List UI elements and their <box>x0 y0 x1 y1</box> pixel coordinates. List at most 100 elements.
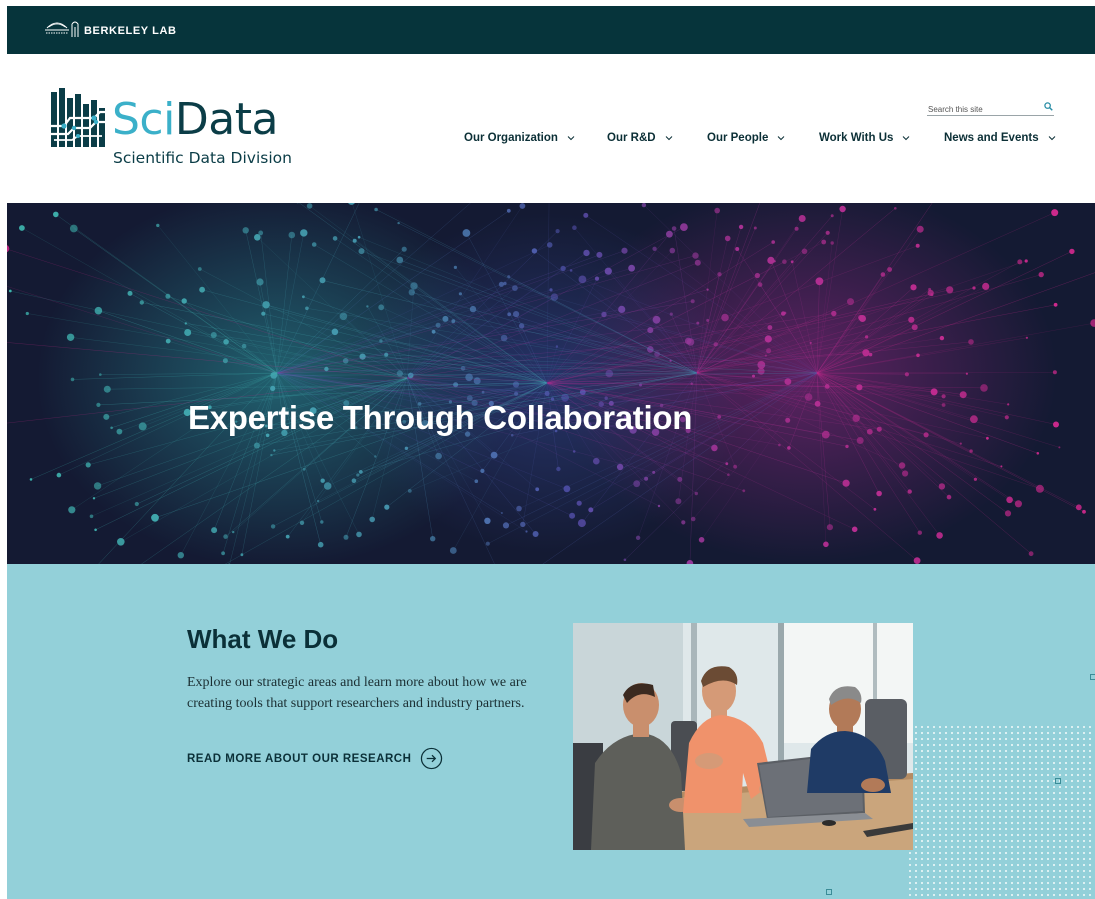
network-node <box>165 338 171 344</box>
network-node <box>847 298 854 306</box>
network-node <box>92 497 96 500</box>
network-node <box>830 241 834 245</box>
network-node <box>490 451 498 459</box>
network-node <box>273 449 276 452</box>
network-node <box>831 310 837 317</box>
network-node <box>915 243 920 248</box>
network-node <box>110 426 113 430</box>
nav-news-and-events[interactable]: News and Events <box>944 132 1056 144</box>
read-more-label: READ MORE ABOUT OUR RESEARCH <box>187 752 412 765</box>
search-input[interactable] <box>927 103 1032 114</box>
site-search <box>927 99 1054 116</box>
network-node <box>859 315 866 322</box>
network-node <box>378 304 385 311</box>
network-node <box>783 311 787 315</box>
network-node <box>384 352 389 357</box>
nav-label: Work With Us <box>819 132 894 144</box>
network-node <box>7 245 10 253</box>
scidata-logo[interactable]: SciData Scientific Data Division <box>50 86 310 172</box>
network-node <box>696 321 700 325</box>
network-node <box>396 256 404 264</box>
division-subtitle: Scientific Data Division <box>113 149 292 167</box>
network-node <box>801 248 808 255</box>
network-node <box>698 537 705 543</box>
network-node <box>117 538 125 546</box>
berkeley-lab-building-icon <box>45 21 79 37</box>
network-node <box>1058 446 1061 449</box>
network-node <box>502 522 510 529</box>
chevron-down-icon <box>778 136 785 141</box>
network-node <box>717 272 722 277</box>
network-node <box>569 269 573 272</box>
network-node <box>506 208 511 213</box>
network-node <box>798 215 806 222</box>
network-node <box>845 444 849 449</box>
network-node <box>317 541 324 548</box>
scidata-mark-icon <box>50 88 108 147</box>
network-node <box>103 385 111 393</box>
network-node <box>1082 509 1086 514</box>
square-decoration <box>826 889 832 895</box>
network-node <box>221 551 226 556</box>
network-node <box>671 226 677 231</box>
network-node <box>485 541 490 546</box>
network-node <box>809 341 812 344</box>
network-node <box>936 532 943 539</box>
network-node <box>85 462 91 468</box>
network-node <box>986 436 989 440</box>
network-node <box>253 442 260 449</box>
network-node <box>222 358 228 364</box>
network-node <box>980 384 988 392</box>
network-node <box>431 329 436 334</box>
network-node <box>930 388 938 396</box>
nav-work-with-us[interactable]: Work With Us <box>819 132 910 144</box>
network-node <box>652 315 661 324</box>
network-node <box>408 289 415 296</box>
nav-our-organization[interactable]: Our Organization <box>464 132 575 144</box>
network-node <box>706 288 709 291</box>
network-node <box>560 265 566 272</box>
nav-label: Our R&D <box>607 132 656 144</box>
network-node <box>778 443 781 447</box>
network-node <box>690 299 695 304</box>
network-node <box>25 311 29 316</box>
network-node <box>1028 551 1034 557</box>
network-node <box>300 229 308 237</box>
network-node <box>232 530 235 534</box>
square-decoration <box>1055 778 1061 784</box>
network-node <box>982 282 990 290</box>
network-node <box>525 530 528 533</box>
search-icon[interactable] <box>1044 102 1053 111</box>
berkeley-lab-logo[interactable]: BERKELEY LAB <box>45 16 177 38</box>
network-node <box>910 284 917 291</box>
network-node <box>1053 421 1059 428</box>
network-node <box>754 272 761 279</box>
network-node <box>211 527 218 534</box>
network-node <box>1004 415 1009 420</box>
nav-our-people[interactable]: Our People <box>707 132 785 144</box>
network-node <box>941 403 946 407</box>
network-node <box>851 526 858 533</box>
network-node <box>210 332 217 338</box>
network-node <box>270 385 276 391</box>
network-node <box>449 547 457 554</box>
lab-topbar: BERKELEY LAB <box>7 6 1095 54</box>
network-node <box>29 478 33 481</box>
nav-label: News and Events <box>944 132 1039 144</box>
network-node <box>970 415 978 424</box>
read-more-research-link[interactable]: READ MORE ABOUT OUR RESEARCH <box>187 747 443 770</box>
what-we-do-section: What We Do Explore our strategic areas a… <box>7 564 1095 899</box>
network-node <box>514 391 519 396</box>
network-node <box>139 300 144 305</box>
what-we-do-title: What We Do <box>187 624 339 654</box>
network-node <box>519 203 526 209</box>
network-node <box>583 212 589 218</box>
network-node <box>258 230 264 236</box>
network-node <box>357 235 361 239</box>
network-node <box>633 480 641 488</box>
nav-our-rd[interactable]: Our R&D <box>607 132 673 144</box>
network-node <box>96 402 101 407</box>
network-node <box>657 504 661 508</box>
network-node <box>725 462 729 466</box>
network-node <box>512 381 520 388</box>
